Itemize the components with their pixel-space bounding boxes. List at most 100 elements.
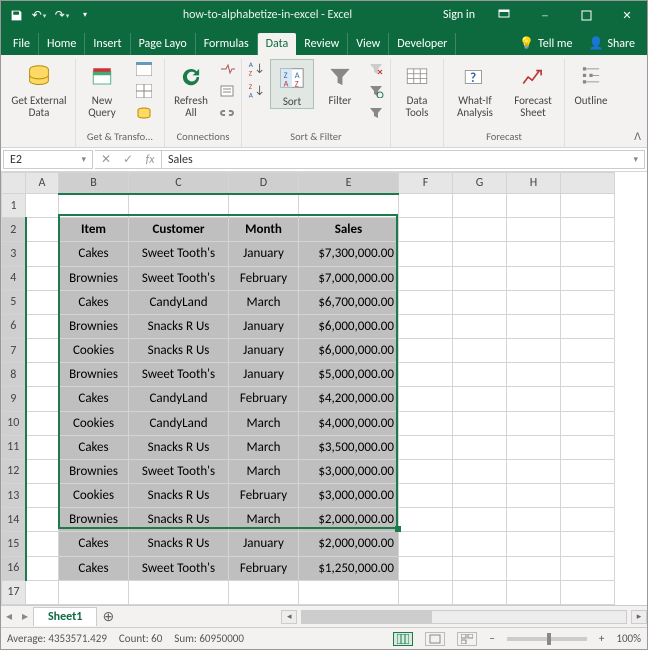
cell-B13[interactable]: Cookies (59, 484, 129, 508)
cell-H9[interactable] (507, 387, 561, 411)
cell-H3[interactable] (507, 242, 561, 266)
cell-E4[interactable]: $7,000,000.00 (299, 266, 399, 290)
cell-D11[interactable]: March (229, 435, 299, 459)
cell-F12[interactable] (399, 459, 453, 483)
tab-file[interactable]: File (5, 33, 39, 55)
cell-G11[interactable] (453, 435, 507, 459)
cell-B10[interactable]: Cookies (59, 411, 129, 435)
cell-A6[interactable] (26, 314, 59, 338)
row-header-6[interactable]: 6 (2, 314, 26, 338)
cell-G6[interactable] (453, 314, 507, 338)
sign-in-link[interactable]: Sign in (435, 1, 483, 29)
cell-D4[interactable]: February (229, 266, 299, 290)
cell-B7[interactable]: Cookies (59, 339, 129, 363)
cell-G14[interactable] (453, 508, 507, 532)
tab-data[interactable]: Data (258, 33, 297, 55)
cell-E8[interactable]: $5,000,000.00 (299, 363, 399, 387)
cell-B14[interactable]: Brownies (59, 508, 129, 532)
cell-A5[interactable] (26, 290, 59, 314)
sheet-tab[interactable]: Sheet1 (33, 607, 97, 626)
cell-C15[interactable]: Snacks R Us (129, 532, 229, 556)
cell-F10[interactable] (399, 411, 453, 435)
fx-icon[interactable]: fx (139, 153, 161, 167)
row-header-4[interactable]: 4 (2, 266, 26, 290)
formula-input[interactable]: Sales▾ (162, 150, 645, 169)
whatif-button[interactable]: ? What-If Analysis (448, 59, 502, 119)
reapply-icon[interactable] (366, 81, 386, 101)
row-header-1[interactable]: 1 (2, 194, 26, 218)
cell-B17[interactable] (59, 580, 129, 604)
tell-me[interactable]: 💡Tell me (511, 32, 580, 55)
add-sheet-icon[interactable]: ⊕ (97, 608, 119, 625)
cell-C12[interactable]: Sweet Tooth's (129, 459, 229, 483)
cell-F16[interactable] (399, 556, 453, 580)
col-header-B[interactable]: B (59, 173, 129, 194)
cell-H13[interactable] (507, 484, 561, 508)
cell-D10[interactable]: March (229, 411, 299, 435)
row-header-2[interactable]: 2 (2, 218, 26, 242)
row-header-14[interactable]: 14 (2, 508, 26, 532)
horizontal-scrollbar[interactable] (301, 610, 627, 624)
cell-F2[interactable] (399, 218, 453, 242)
cell-G15[interactable] (453, 532, 507, 556)
cell-H2[interactable] (507, 218, 561, 242)
sort-asc-icon[interactable]: AZ (246, 59, 266, 79)
tab-formulas[interactable]: Formulas (196, 33, 258, 55)
cell-F17[interactable] (399, 580, 453, 604)
undo-icon[interactable]: ↶ (28, 4, 50, 26)
cell-C5[interactable]: CandyLand (129, 290, 229, 314)
cell-C4[interactable]: Sweet Tooth's (129, 266, 229, 290)
scroll-right-icon[interactable]: ▸ (631, 610, 647, 624)
cell-C11[interactable]: Snacks R Us (129, 435, 229, 459)
edit-links-icon[interactable] (217, 103, 237, 123)
cell-C10[interactable]: CandyLand (129, 411, 229, 435)
cell-D13[interactable]: February (229, 484, 299, 508)
tab-view[interactable]: View (348, 33, 389, 55)
cell-B8[interactable]: Brownies (59, 363, 129, 387)
cell-E13[interactable]: $3,000,000.00 (299, 484, 399, 508)
cell-A12[interactable] (26, 459, 59, 483)
cell-H16[interactable] (507, 556, 561, 580)
cell-D5[interactable]: March (229, 290, 299, 314)
collapse-ribbon-icon[interactable]: ᐱ (634, 130, 641, 143)
cell-E1[interactable] (299, 194, 399, 218)
cell-F4[interactable] (399, 266, 453, 290)
filter-button[interactable]: Filter (318, 59, 362, 107)
cell-H6[interactable] (507, 314, 561, 338)
cell-B4[interactable]: Brownies (59, 266, 129, 290)
row-header-7[interactable]: 7 (2, 339, 26, 363)
outline-button[interactable]: Outline (569, 59, 613, 107)
cell-A4[interactable] (26, 266, 59, 290)
cell-F8[interactable] (399, 363, 453, 387)
cell-G9[interactable] (453, 387, 507, 411)
maximize-icon[interactable] (566, 1, 606, 29)
cell-D12[interactable]: March (229, 459, 299, 483)
show-queries-icon[interactable] (128, 59, 160, 79)
cell-H10[interactable] (507, 411, 561, 435)
cell-G16[interactable] (453, 556, 507, 580)
cell-G12[interactable] (453, 459, 507, 483)
cell-F7[interactable] (399, 339, 453, 363)
cell-G8[interactable] (453, 363, 507, 387)
sheet-nav-next[interactable]: ▸ (17, 609, 33, 624)
cell-B16[interactable]: Cakes (59, 556, 129, 580)
cell-F14[interactable] (399, 508, 453, 532)
row-header-11[interactable]: 11 (2, 435, 26, 459)
cell-E2[interactable]: Sales (299, 218, 399, 242)
page-break-view-icon[interactable] (457, 632, 477, 646)
cell-H12[interactable] (507, 459, 561, 483)
scroll-left-icon[interactable]: ◂ (281, 610, 297, 624)
tab-home[interactable]: Home (39, 33, 85, 55)
cell-C14[interactable]: Snacks R Us (129, 508, 229, 532)
minimize-icon[interactable]: ─ (525, 1, 565, 29)
cell-C2[interactable]: Customer (129, 218, 229, 242)
cell-B1[interactable] (59, 194, 129, 218)
cell-D8[interactable]: January (229, 363, 299, 387)
row-header-8[interactable]: 8 (2, 363, 26, 387)
redo-icon[interactable]: ↷ (51, 4, 73, 26)
cell-D15[interactable]: January (229, 532, 299, 556)
cell-A8[interactable] (26, 363, 59, 387)
cell-H15[interactable] (507, 532, 561, 556)
cell-D6[interactable]: January (229, 314, 299, 338)
cell-G4[interactable] (453, 266, 507, 290)
